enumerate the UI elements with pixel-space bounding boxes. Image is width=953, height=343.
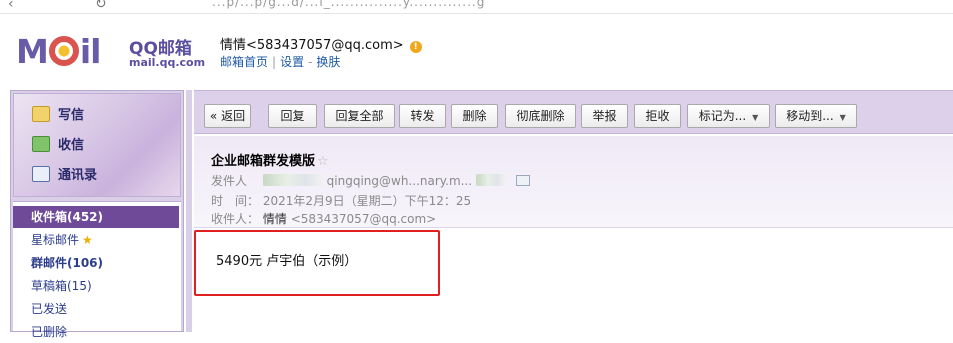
folder-group[interactable]: 群邮件(106)	[13, 252, 179, 274]
link-mail-home[interactable]: 邮箱首页	[220, 55, 268, 69]
pencil-icon	[32, 106, 50, 122]
report-button[interactable]: 举报	[581, 104, 628, 128]
header-links: 邮箱首页 | 设置 - 换肤	[220, 55, 341, 69]
mail-header: Mil QQ邮箱 mail.qq.com 情情<583437057@qq.com…	[0, 14, 953, 90]
chevron-down-icon: ▼	[839, 113, 846, 122]
star-outline-icon[interactable]: ☆	[317, 154, 329, 169]
link-settings[interactable]: 设置	[280, 55, 304, 69]
folder-inbox[interactable]: 收件箱(452)	[13, 206, 179, 228]
recipient-label: 收件人：	[211, 212, 260, 226]
recipient-name[interactable]: 情情	[263, 212, 287, 226]
qqmail-logo[interactable]: Mil QQ邮箱 mail.qq.com	[16, 32, 206, 72]
sidebar-divider	[186, 90, 192, 332]
mark-as-dropdown[interactable]: 标记为... ▼	[687, 104, 770, 128]
sender-address-blurred	[475, 174, 506, 186]
delete-button[interactable]: 删除	[451, 104, 498, 128]
sender-address[interactable]: qingqing@wh...nary.m...	[327, 174, 472, 188]
logo-domain: mail.qq.com	[129, 56, 206, 69]
current-user: 情情<583437057@qq.com>!	[220, 34, 422, 53]
warning-icon[interactable]: !	[409, 41, 422, 53]
contact-card-icon	[32, 166, 50, 182]
chevron-down-icon: ▼	[752, 113, 759, 122]
forward-button[interactable]: 转发	[399, 104, 446, 128]
contacts-button[interactable]: 通讯录	[32, 164, 97, 188]
mail-view: « 返回 回复 回复全部 转发 删除 彻底删除 举报 拒收 标记为... ▼ 移动…	[194, 90, 953, 332]
recipient-address: <583437057@qq.com>	[290, 212, 437, 226]
address-bar-url[interactable]: ...p/...p/g...d/...i_...............y...…	[212, 0, 485, 9]
reload-icon[interactable]: ↻	[95, 0, 107, 12]
sender-name-blurred	[262, 174, 323, 186]
reject-button[interactable]: 拒收	[634, 104, 681, 128]
mail-body: 5490元 卢宇伯（示例）	[216, 254, 358, 269]
inbox-download-icon	[32, 136, 50, 152]
permanent-delete-button[interactable]: 彻底删除	[505, 104, 576, 128]
reply-button[interactable]: 回复	[268, 104, 317, 128]
move-to-dropdown[interactable]: 移动到... ▼	[775, 104, 857, 128]
folder-sent[interactable]: 已发送	[13, 298, 179, 320]
folder-drafts[interactable]: 草稿箱(15)	[13, 275, 179, 297]
quick-actions: 写信 收信 通讯录	[13, 93, 181, 197]
logo-mark: Mil	[16, 32, 101, 71]
folder-list: 收件箱(452) 星标邮件 ★ 群邮件(106) 草稿箱(15) 已发送 已删除	[13, 201, 181, 339]
link-change-skin[interactable]: 换肤	[316, 55, 340, 69]
folder-starred[interactable]: 星标邮件 ★	[13, 229, 179, 251]
time-row: 时 间： 2021年2月9日（星期二）下午12：25	[211, 192, 471, 209]
time-label: 时 间：	[211, 194, 260, 208]
sender-label: 发件人	[211, 174, 248, 188]
mail-header-info: 企业邮箱群发模版 ☆ 发件人 qingqing@wh...nary.m... 时 …	[194, 136, 953, 228]
back-button[interactable]: « 返回	[204, 104, 251, 128]
reply-all-button[interactable]: 回复全部	[324, 104, 395, 128]
contact-card-icon[interactable]	[515, 175, 530, 186]
back-icon[interactable]: ‹	[8, 0, 14, 12]
mail-toolbar: « 返回 回复 回复全部 转发 删除 彻底删除 举报 拒收 标记为... ▼ 移动…	[194, 90, 953, 134]
receive-button[interactable]: 收信	[32, 134, 84, 158]
time-value: 2021年2月9日（星期二）下午12：25	[262, 194, 472, 208]
logo-o-icon	[48, 36, 79, 66]
browser-bar: ‹ ↻ ...p/...p/g...d/...i_...............…	[0, 0, 953, 14]
user-name-text: 情情<583437057@qq.com>	[220, 38, 404, 53]
star-icon: ★	[82, 233, 93, 247]
sender-row: 发件人 qingqing@wh...nary.m...	[211, 172, 530, 189]
mail-subject: 企业邮箱群发模版 ☆	[211, 154, 329, 169]
recipient-row: 收件人： 情情 <583437057@qq.com>	[211, 210, 436, 227]
sidebar: 写信 收信 通讯录 收件箱(452) 星标邮件 ★ 群邮件(106) 草稿箱(15…	[10, 90, 184, 339]
compose-button[interactable]: 写信	[32, 104, 84, 128]
folder-deleted[interactable]: 已删除	[13, 321, 179, 343]
